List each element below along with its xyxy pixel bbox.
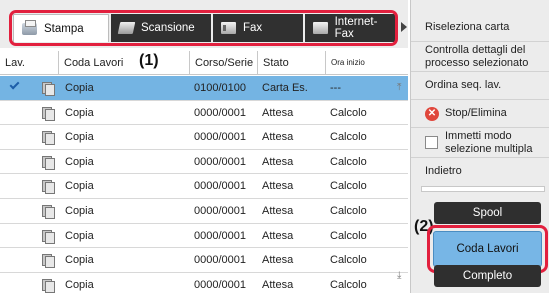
menu-item-label: Stop/Elimina xyxy=(445,107,507,119)
job-status: Attesa xyxy=(262,155,294,168)
job-status: Attesa xyxy=(262,254,294,267)
copy-job-icon xyxy=(42,254,55,269)
table-row[interactable]: Copia 0000/0001 Attesa Calcolo xyxy=(0,125,408,150)
copy-job-icon xyxy=(42,180,55,195)
copy-job-icon xyxy=(42,106,55,121)
table-row[interactable]: Copia 0000/0001 Attesa Calcolo xyxy=(0,272,408,293)
job-table-header: Lav. Coda Lavori Corso/Serie Stato Ora i… xyxy=(0,51,408,75)
job-progress: 0000/0001 xyxy=(194,278,246,291)
tabs-highlight-frame xyxy=(9,10,398,46)
job-progress: 0000/0001 xyxy=(194,254,246,267)
job-list: Copia 0100/0100 Carta Es. --- Copia 0000… xyxy=(0,76,408,293)
copy-job-icon xyxy=(42,155,55,170)
job-name: Copia xyxy=(65,106,94,119)
table-row[interactable]: Copia 0000/0001 Attesa Calcolo xyxy=(0,149,408,175)
job-name: Copia xyxy=(65,278,94,291)
job-name: Copia xyxy=(65,180,94,193)
job-start-time: --- xyxy=(330,82,341,94)
copy-job-icon xyxy=(42,204,55,219)
multi-select-checkbox[interactable] xyxy=(425,136,438,149)
job-name: Copia xyxy=(65,229,94,242)
multi-select-mode-toggle[interactable]: Immetti modo selezione multipla xyxy=(411,128,549,158)
menu-item-label: Indietro xyxy=(425,164,462,177)
sort-jobs-button[interactable]: Ordina seq. lav. xyxy=(411,72,549,100)
copy-job-icon xyxy=(42,278,55,293)
job-progress: 0000/0001 xyxy=(194,106,246,119)
panel-divider xyxy=(421,186,545,192)
job-status: Attesa xyxy=(262,229,294,242)
job-start-time: Calcolo xyxy=(330,254,367,267)
job-name: Copia xyxy=(65,155,94,168)
scroll-to-bottom-icon[interactable]: ⤓ xyxy=(397,270,401,281)
table-row[interactable]: Copia 0100/0100 Carta Es. --- xyxy=(0,76,408,101)
job-progress: 0100/0100 xyxy=(194,82,246,94)
job-start-time: Calcolo xyxy=(330,278,367,291)
menu-item-label: Controlla dettagli del processo selezion… xyxy=(425,43,529,69)
column-header-queue: Coda Lavori xyxy=(58,51,189,75)
menu-item-label: Ordina seq. lav. xyxy=(425,79,502,91)
copy-job-icon xyxy=(42,82,55,96)
completed-button-label: Completo xyxy=(462,270,513,282)
job-status: Attesa xyxy=(262,204,294,217)
table-row[interactable]: Copia 0000/0001 Attesa Calcolo xyxy=(0,223,408,249)
job-start-time: Calcolo xyxy=(330,106,367,119)
job-progress: 0000/0001 xyxy=(194,131,246,144)
job-start-time: Calcolo xyxy=(330,204,367,217)
tab-scroll-right-icon[interactable] xyxy=(401,22,407,32)
table-row[interactable]: Copia 0000/0001 Attesa Calcolo xyxy=(0,248,408,273)
column-header-status: Stato xyxy=(257,51,325,75)
job-status: Attesa xyxy=(262,131,294,144)
job-start-time: Calcolo xyxy=(330,180,367,193)
spool-button[interactable]: Spool xyxy=(434,202,541,224)
check-job-details-button[interactable]: Controlla dettagli del processo selezion… xyxy=(411,42,549,72)
column-header-progress: Corso/Serie xyxy=(189,51,257,75)
job-queue-button[interactable]: Coda Lavori xyxy=(433,231,542,267)
menu-item-label: Immetti modo selezione multipla xyxy=(445,129,533,155)
job-name: Copia xyxy=(65,131,94,144)
job-start-time: Calcolo xyxy=(330,131,367,144)
table-row[interactable]: Copia 0000/0001 Attesa Calcolo xyxy=(0,198,408,224)
job-status: Attesa xyxy=(262,180,294,193)
job-status: Attesa xyxy=(262,278,294,291)
job-progress: 0000/0001 xyxy=(194,229,246,242)
spool-button-label: Spool xyxy=(472,207,503,219)
job-name: Copia xyxy=(65,204,94,217)
job-progress: 0000/0001 xyxy=(194,155,246,168)
job-status: Carta Es. xyxy=(262,82,308,94)
table-row[interactable]: Copia 0000/0001 Attesa Calcolo xyxy=(0,100,408,126)
checkmark-icon xyxy=(9,79,20,90)
stop-delete-icon: ✕ xyxy=(425,106,439,121)
callout-marker-1: (1) xyxy=(139,52,159,69)
back-button[interactable]: Indietro xyxy=(411,158,549,184)
column-header-job: Lav. xyxy=(5,57,25,69)
job-start-time: Calcolo xyxy=(330,155,367,168)
job-progress: 0000/0001 xyxy=(194,180,246,193)
job-start-time: Calcolo xyxy=(330,229,367,242)
column-header-start-time: Ora inizio xyxy=(325,51,395,75)
job-name: Copia xyxy=(65,82,94,94)
job-progress: 0000/0001 xyxy=(194,204,246,217)
job-name: Copia xyxy=(65,254,94,267)
completed-button[interactable]: Completo xyxy=(434,265,541,287)
scroll-to-top-icon[interactable]: ⤒ xyxy=(397,82,401,93)
copy-job-icon xyxy=(42,229,55,244)
copy-job-icon xyxy=(42,131,55,146)
table-row[interactable]: Copia 0000/0001 Attesa Calcolo xyxy=(0,174,408,199)
job-queue-button-label: Coda Lavori xyxy=(456,243,519,255)
reselect-paper-button[interactable]: Riseleziona carta xyxy=(411,14,549,42)
menu-item-label: Riseleziona carta xyxy=(425,21,510,33)
job-status: Attesa xyxy=(262,106,294,119)
stop-delete-button[interactable]: ✕ Stop/Elimina xyxy=(411,100,549,128)
